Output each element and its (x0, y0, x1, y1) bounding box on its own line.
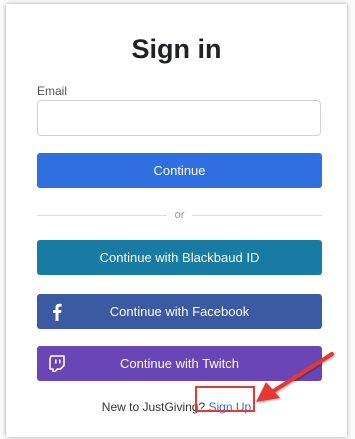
blackbaud-button-label: Continue with Blackbaud ID (99, 250, 260, 265)
continue-button-label: Continue (153, 163, 206, 178)
or-divider: or (37, 208, 322, 222)
page-title: Sign in (131, 34, 222, 64)
screen: Sign in Email Continue or Continue with … (0, 0, 355, 439)
divider-line-left (37, 214, 167, 216)
blackbaud-button[interactable]: Continue with Blackbaud ID (37, 240, 322, 275)
twitch-button[interactable]: Continue with Twitch (37, 346, 322, 381)
signin-card: Sign in Email Continue or Continue with … (6, 4, 347, 437)
email-label: Email (37, 84, 68, 98)
facebook-icon (47, 294, 67, 329)
divider-line-right (192, 214, 322, 216)
facebook-button[interactable]: Continue with Facebook (37, 294, 322, 329)
twitch-button-label: Continue with Twitch (120, 356, 239, 371)
twitch-icon (47, 346, 67, 381)
new-user-text: New to JustGiving? (101, 400, 206, 414)
continue-button[interactable]: Continue (37, 153, 322, 188)
signup-row: New to JustGiving? Sign Up (6, 400, 347, 414)
facebook-button-label: Continue with Facebook (109, 304, 250, 319)
divider-text: or (174, 209, 185, 221)
signup-link[interactable]: Sign Up (209, 400, 252, 414)
email-field[interactable] (37, 100, 321, 136)
